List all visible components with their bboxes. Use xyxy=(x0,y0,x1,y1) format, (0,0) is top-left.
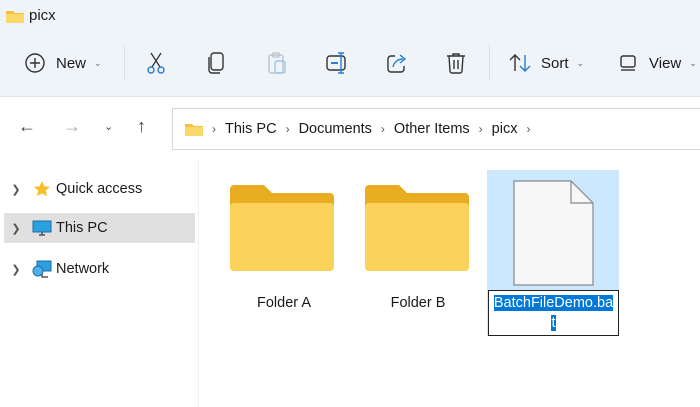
rename-text: BatchFileDemo.ba xyxy=(493,295,614,311)
title-and-toolbar xyxy=(0,0,700,97)
sort-icon xyxy=(509,54,531,72)
plus-circle-icon xyxy=(25,53,45,73)
sidebar-item-quick-access[interactable]: ❯ Quick access xyxy=(4,174,195,204)
file-name[interactable]: Folder A xyxy=(219,295,349,311)
recent-locations-button[interactable]: ⌄ xyxy=(104,120,113,133)
sidebar-item-label: Quick access xyxy=(56,181,143,197)
share-button[interactable] xyxy=(385,43,409,83)
breadcrumb-item[interactable]: This PC xyxy=(225,121,277,137)
monitor-icon xyxy=(32,220,52,236)
rename-button[interactable] xyxy=(325,43,349,83)
chevron-down-icon: ⌄ xyxy=(689,57,697,68)
folder-item[interactable] xyxy=(228,185,336,274)
divider xyxy=(198,160,199,407)
cut-button[interactable] xyxy=(144,43,168,83)
file-name[interactable]: Folder B xyxy=(353,295,483,311)
window-title: picx xyxy=(29,7,56,24)
divider xyxy=(489,45,490,81)
back-button[interactable]: ← xyxy=(18,116,36,137)
folder-icon xyxy=(6,10,24,23)
view-label: View xyxy=(649,54,682,72)
divider xyxy=(124,45,125,81)
view-button[interactable]: View ⌄ xyxy=(619,43,697,83)
folder-icon xyxy=(230,185,334,271)
sidebar-item-label: Network xyxy=(56,261,110,277)
new-label: New xyxy=(56,54,87,72)
chevron-down-icon: ⌄ xyxy=(94,57,102,68)
folder-icon xyxy=(185,124,203,136)
rename-input[interactable]: BatchFileDemo.ba t xyxy=(488,290,619,336)
share-icon xyxy=(387,54,407,73)
sidebar-item-label: This PC xyxy=(56,220,108,236)
chevron-down-icon: ⌄ xyxy=(576,57,585,68)
copy-icon xyxy=(208,52,224,74)
address-bar[interactable]: › This PC › Documents › Other Items › picx › xyxy=(172,108,700,150)
new-button[interactable]: New ⌄ xyxy=(24,43,102,83)
sidebar-item-this-pc[interactable]: ❯ This PC xyxy=(4,213,195,243)
network-icon xyxy=(32,260,52,278)
paste-icon xyxy=(268,52,286,74)
up-button[interactable]: ↑ xyxy=(137,116,146,137)
file-icon xyxy=(513,180,594,286)
sort-label: Sort xyxy=(541,54,569,72)
file-item-selected[interactable]: BatchFileDemo.ba t xyxy=(487,170,619,336)
paste-button[interactable] xyxy=(265,43,289,83)
breadcrumb-item[interactable]: picx xyxy=(492,121,518,137)
sidebar-item-network[interactable]: ❯ Network xyxy=(4,254,195,284)
title-bar: picx xyxy=(6,7,56,24)
chevron-right-icon[interactable]: ❯ xyxy=(4,183,28,196)
copy-button[interactable] xyxy=(204,43,228,83)
breadcrumb-item[interactable]: Documents xyxy=(299,121,372,137)
rename-icon xyxy=(326,52,346,74)
cut-icon xyxy=(147,52,165,74)
chevron-right-icon[interactable]: ❯ xyxy=(4,222,28,235)
folder-icon xyxy=(365,185,469,271)
breadcrumb-item[interactable]: Other Items xyxy=(394,121,470,137)
rename-text: t xyxy=(551,315,556,331)
delete-button[interactable] xyxy=(444,43,468,83)
chevron-right-icon[interactable]: ❯ xyxy=(4,263,28,276)
view-icon xyxy=(620,55,636,71)
sort-button[interactable]: Sort ⌄ xyxy=(509,43,584,83)
folder-item[interactable] xyxy=(363,185,471,274)
delete-icon xyxy=(447,53,465,74)
star-icon xyxy=(34,181,50,197)
forward-button[interactable]: → xyxy=(63,116,81,137)
